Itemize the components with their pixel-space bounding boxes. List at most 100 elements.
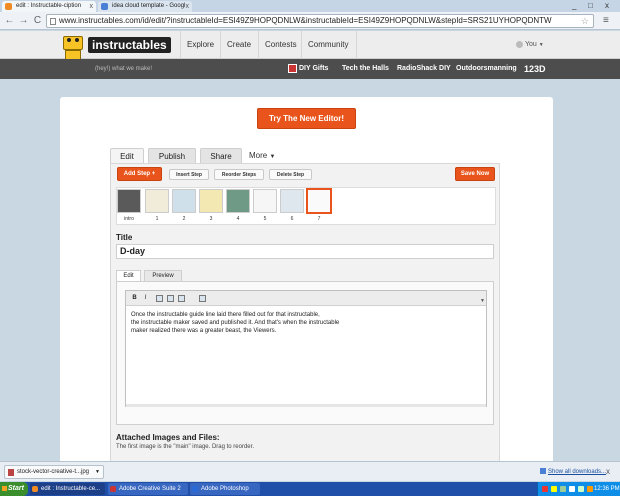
attached-files-heading: Attached Images and Files: bbox=[116, 433, 220, 442]
download-item[interactable]: stock-vector-creative-t...jpg ▼ bbox=[4, 465, 104, 479]
tray-icon[interactable] bbox=[587, 486, 593, 492]
step-thumb-3[interactable] bbox=[199, 189, 223, 213]
link-123d[interactable]: 123D bbox=[524, 59, 546, 79]
taskbar-label: edit : Instructable-ce... bbox=[41, 486, 101, 492]
reload-icon[interactable]: C bbox=[31, 14, 44, 27]
more-label: More bbox=[249, 151, 268, 160]
download-arrow-icon bbox=[540, 468, 546, 475]
gift-icon bbox=[288, 63, 297, 73]
maximize-icon[interactable]: □ bbox=[588, 0, 593, 11]
step-thumb-7[interactable] bbox=[306, 188, 332, 214]
browser-tabstrip: edit : Instructable-ciption x idea cloud… bbox=[0, 0, 620, 12]
tab-title: edit : Instructable-ciption bbox=[16, 3, 82, 9]
image-icon[interactable] bbox=[166, 294, 175, 303]
chevron-down-icon[interactable]: ▼ bbox=[95, 466, 100, 478]
browser-tab-google[interactable]: idea cloud template - Googl x bbox=[98, 1, 192, 12]
tab-edit-body[interactable]: Edit bbox=[116, 270, 141, 281]
step-label: 3 bbox=[209, 216, 213, 222]
toolbar-expand-icon[interactable]: ▼ bbox=[480, 298, 485, 304]
user-menu[interactable]: You ▼ bbox=[516, 31, 544, 59]
attached-files-hint: The first image is the "main" image. Dra… bbox=[116, 444, 254, 450]
try-new-editor-button[interactable]: Try The New Editor! bbox=[257, 108, 356, 129]
tray-icon[interactable] bbox=[578, 486, 584, 492]
step-label: 6 bbox=[290, 216, 294, 222]
close-downloads-icon[interactable]: x bbox=[606, 462, 610, 482]
tab-preview[interactable]: Preview bbox=[144, 270, 182, 281]
insert-step-button[interactable]: Insert Step bbox=[169, 169, 209, 180]
bold-button[interactable]: B bbox=[130, 294, 139, 303]
forward-icon[interactable]: → bbox=[17, 14, 30, 27]
bookmark-star-icon[interactable]: ☆ bbox=[581, 15, 589, 27]
tray-icon[interactable] bbox=[560, 486, 566, 492]
editor-resize-handle[interactable] bbox=[126, 404, 486, 407]
link-radioshack-diy[interactable]: RadioShack DIY bbox=[397, 59, 451, 79]
link-tech-the-halls[interactable]: Tech the Halls bbox=[342, 59, 389, 79]
tab-publish[interactable]: Publish bbox=[148, 148, 196, 163]
windows-flag-icon bbox=[2, 486, 7, 491]
reorder-steps-button[interactable]: Reorder Steps bbox=[214, 169, 264, 180]
instructables-favicon-icon bbox=[5, 3, 12, 10]
nav-label: Community bbox=[308, 40, 349, 49]
taskbar-item-photoshop[interactable]: Adobe Photoshop bbox=[190, 483, 260, 495]
page-icon bbox=[50, 18, 56, 25]
source-icon[interactable] bbox=[198, 294, 207, 303]
step-thumb-4[interactable] bbox=[226, 189, 250, 213]
browser-tab-edit[interactable]: edit : Instructable-ciption x bbox=[2, 1, 96, 12]
step-thumb-intro[interactable] bbox=[117, 189, 141, 213]
site-logo[interactable]: instructables bbox=[88, 37, 171, 53]
show-all-downloads-link[interactable]: Show all downloads... bbox=[540, 462, 606, 482]
save-now-button[interactable]: Save Now bbox=[455, 167, 495, 181]
link-diy-gifts[interactable]: DIY Gifts bbox=[288, 59, 328, 79]
taskbar-item-creative-suite[interactable]: Adobe Creative Suite 2 bbox=[108, 483, 188, 495]
step-thumb-6[interactable] bbox=[280, 189, 304, 213]
tray-icon[interactable] bbox=[542, 486, 548, 492]
nav-label: Explore bbox=[187, 40, 215, 49]
tray-icon[interactable] bbox=[569, 486, 575, 492]
google-docs-favicon-icon bbox=[101, 3, 108, 10]
delete-step-button[interactable]: Delete Step bbox=[269, 169, 312, 180]
step-thumb-5[interactable] bbox=[253, 189, 277, 213]
taskbar-item-chrome[interactable]: edit : Instructable-ce... bbox=[30, 483, 105, 495]
title-label: Title bbox=[116, 233, 133, 242]
close-tab-icon[interactable]: x bbox=[90, 1, 94, 12]
unlink-icon[interactable] bbox=[177, 294, 186, 303]
minimize-icon[interactable]: _ bbox=[572, 0, 576, 11]
link-label: DIY Gifts bbox=[299, 65, 329, 72]
tab-share[interactable]: Share bbox=[200, 148, 242, 163]
nav-create[interactable]: Create ▼ bbox=[220, 31, 258, 77]
site-header: instructables Explore ▼ Create ▼ Contest… bbox=[0, 31, 620, 77]
title-input[interactable]: D-day bbox=[116, 244, 494, 259]
tab-edit[interactable]: Edit bbox=[110, 148, 144, 163]
link-outdoorsmanning[interactable]: Outdoorsmanning bbox=[456, 59, 517, 79]
add-step-button[interactable]: Add Step + bbox=[117, 167, 162, 181]
nav-explore[interactable]: Explore ▼ bbox=[180, 31, 222, 77]
step-label: 1 bbox=[155, 216, 159, 222]
nav-community[interactable]: Community ▼ bbox=[301, 31, 357, 77]
nav-label: Contests bbox=[265, 40, 297, 49]
chevron-down-icon: ▼ bbox=[269, 154, 276, 160]
creative-suite-icon bbox=[110, 486, 116, 492]
nav-contests[interactable]: Contests ▼ bbox=[258, 31, 303, 77]
tray-icon[interactable] bbox=[551, 486, 557, 492]
step-label: 5 bbox=[263, 216, 267, 222]
close-tab-icon[interactable]: x bbox=[186, 1, 190, 12]
address-bar: ← → C www.instructables.com/id/edit/?ins… bbox=[0, 12, 620, 30]
step-label: 4 bbox=[236, 216, 240, 222]
body-text[interactable]: Once the instructable guide line laid th… bbox=[131, 311, 481, 335]
browser-menu-icon[interactable]: ≡ bbox=[603, 14, 609, 27]
step-label: 7 bbox=[317, 216, 321, 222]
taskbar-label: Adobe Creative Suite 2 bbox=[119, 486, 181, 492]
back-icon[interactable]: ← bbox=[3, 14, 16, 27]
show-all-label: Show all downloads... bbox=[548, 469, 607, 475]
close-window-icon[interactable]: x bbox=[605, 0, 609, 11]
body-line: Once the instructable guide line laid th… bbox=[131, 312, 320, 318]
link-icon[interactable] bbox=[155, 294, 164, 303]
step-thumb-1[interactable] bbox=[145, 189, 169, 213]
taskbar-label: Adobe Photoshop bbox=[201, 486, 249, 492]
italic-button[interactable]: I bbox=[141, 294, 150, 303]
featured-bar: (hey!) what we make! DIY Gifts Tech the … bbox=[0, 59, 620, 79]
step-thumb-2[interactable] bbox=[172, 189, 196, 213]
url-input[interactable]: www.instructables.com/id/edit/?instructa… bbox=[46, 14, 594, 28]
start-button[interactable]: Start bbox=[0, 482, 28, 496]
rich-text-editor[interactable] bbox=[125, 290, 487, 407]
